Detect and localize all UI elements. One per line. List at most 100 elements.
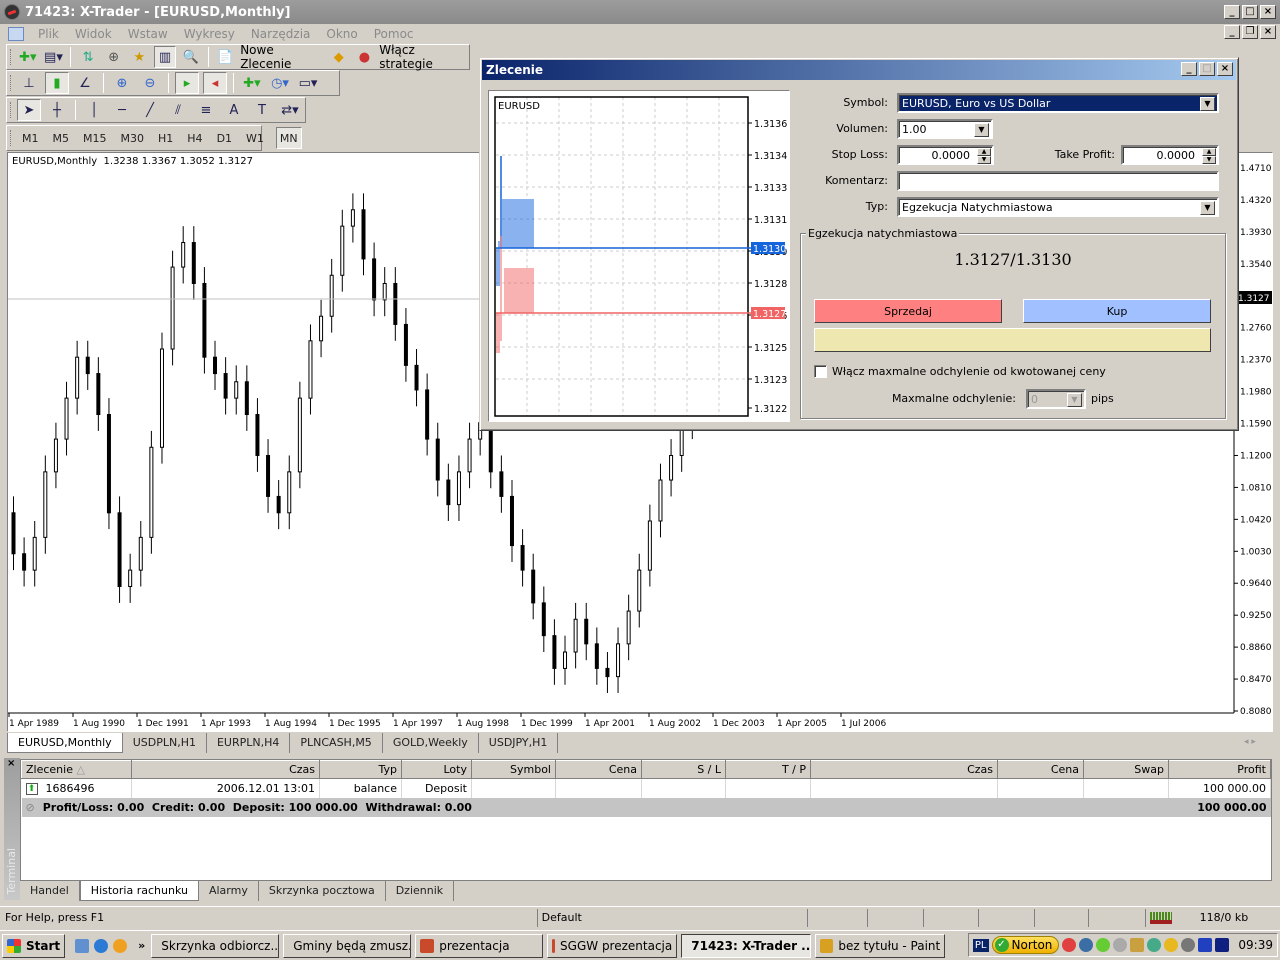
horizontal-line-icon[interactable]: ─ (110, 99, 134, 121)
zoom-in-icon[interactable]: ⊕ (110, 72, 134, 94)
tray-messenger-icon[interactable] (1096, 938, 1111, 952)
fibonacci-icon[interactable]: ≡ (194, 99, 218, 121)
sell-button[interactable]: Sprzedaj (814, 299, 1002, 323)
timeframe-m5[interactable]: M5 (51, 130, 72, 147)
tray-blocked-icon[interactable] (1181, 938, 1196, 952)
new-order-icon[interactable]: 📄 (215, 46, 237, 68)
col-czas[interactable]: Czas (131, 760, 320, 779)
menu-plik[interactable]: Plik (30, 27, 67, 41)
tray-wireless-icon[interactable] (1215, 938, 1230, 952)
profiles-icon[interactable]: ▤▾ (43, 46, 65, 68)
quicklaunch-media-icon[interactable] (113, 938, 128, 953)
terminal-close-button[interactable]: × (7, 758, 15, 769)
chart-tab-eurpln-h4[interactable]: EURPLN,H4 (207, 733, 291, 753)
tab-alarmy[interactable]: Alarmy (199, 881, 259, 901)
equidistant-channel-icon[interactable]: ⫽ (166, 99, 190, 121)
quicklaunch-ie-icon[interactable] (94, 938, 109, 953)
menu-okno[interactable]: Okno (318, 27, 365, 41)
taskbar-item-xtrader[interactable]: 71423: X-Trader ... (681, 933, 812, 958)
text-label-icon[interactable]: T (250, 99, 274, 121)
terminal-icon[interactable]: ▥ (154, 46, 176, 68)
market-watch-icon[interactable]: ⇅ (77, 46, 99, 68)
col-cena[interactable]: Cena (555, 760, 642, 779)
taskbar-item-outlook[interactable]: Skrzynka odbiorcz... (151, 933, 280, 958)
chart-tab-plncash-m5[interactable]: PLNCASH,M5 (290, 733, 383, 753)
templates-icon[interactable]: ▭▾ (296, 72, 320, 94)
timeframe-w1[interactable]: W1 (244, 130, 266, 147)
tab-dziennik[interactable]: Dziennik (386, 881, 455, 901)
minimize-button[interactable]: _ (1224, 5, 1240, 19)
dialog-close-button[interactable]: × (1217, 62, 1233, 76)
trendline-icon[interactable]: ╱ (138, 99, 162, 121)
mdi-restore-button[interactable]: ❐ (1242, 25, 1258, 39)
cursor-icon[interactable]: ➤ (17, 99, 41, 121)
tray-users-icon[interactable] (1147, 938, 1162, 952)
menu-wykresy[interactable]: Wykresy (176, 27, 243, 41)
col-tp[interactable]: T / P (725, 760, 811, 779)
tab-scroll-arrows[interactable]: ◂ ▸ (1244, 737, 1256, 747)
col-swap[interactable]: Swap (1083, 760, 1169, 779)
vertical-line-icon[interactable]: │ (82, 99, 106, 121)
taskbar-item-paint[interactable]: bez tytułu - Paint (815, 933, 946, 958)
col-zlecenie[interactable]: Zlecenie △ (21, 760, 132, 779)
comment-input[interactable] (897, 171, 1219, 191)
timeframe-mn[interactable]: MN (275, 127, 302, 149)
tray-sun-icon[interactable] (1062, 938, 1077, 952)
col-loty[interactable]: Loty (401, 760, 472, 779)
stoploss-input[interactable]: 0.0000 ▲ ▼ (897, 145, 994, 165)
dialog-minimize-button[interactable]: _ (1181, 62, 1197, 76)
col-profit[interactable]: Profit (1168, 760, 1271, 779)
tab-handel[interactable]: Handel (20, 881, 80, 901)
tray-network-icon[interactable] (1079, 938, 1094, 952)
strategies-icon[interactable]: ● (354, 46, 376, 68)
navigator-icon[interactable]: ★ (129, 46, 151, 68)
norton-badge[interactable]: ✓ Norton (991, 936, 1060, 954)
tray-security-icon[interactable] (1130, 938, 1145, 952)
zoom-out-icon[interactable]: ⊖ (138, 72, 162, 94)
timeframe-m30[interactable]: M30 (119, 130, 147, 147)
enable-strategies-button[interactable]: Włącz strategie (379, 43, 463, 71)
col-czas-close[interactable]: Czas (810, 760, 998, 779)
chevron-down-icon[interactable]: ▼ (974, 123, 989, 137)
tray-support-icon[interactable] (1164, 938, 1179, 952)
execution-type-select[interactable]: Egzekucja Natychmiastowa ▼ (897, 197, 1219, 217)
periods-icon[interactable]: ◷▾ (268, 72, 292, 94)
tray-sync-icon[interactable] (1113, 938, 1128, 952)
taskbar-item-sggw[interactable]: SGGW prezentacja (547, 933, 678, 958)
autoscroll-icon[interactable]: ▸ (175, 72, 199, 94)
col-typ[interactable]: Typ (319, 760, 402, 779)
menu-narzedzia[interactable]: Narzędzia (243, 27, 319, 41)
stoploss-spinner[interactable]: ▲ ▼ (977, 148, 991, 164)
tray-book-icon[interactable] (1198, 938, 1213, 952)
mdi-close-button[interactable]: × (1260, 25, 1276, 39)
tab-historia-rachunku[interactable]: Historia rachunku (79, 881, 199, 901)
menu-wstaw[interactable]: Wstaw (120, 27, 176, 41)
new-order-button[interactable]: Nowe Zlecenie (240, 43, 320, 71)
chevron-down-icon[interactable]: ▼ (1200, 201, 1215, 215)
start-button[interactable]: Start (2, 933, 66, 958)
takeprofit-input[interactable]: 0.0000 ▲ ▼ (1121, 145, 1219, 165)
table-row[interactable]: ⬆ 1686496 2006.12.01 13:01 balance Deposi… (21, 778, 1271, 798)
chart-tab-eurusd-monthly[interactable]: EURUSD,Monthly (7, 733, 123, 753)
timeframe-h4[interactable]: H4 (185, 130, 204, 147)
chart-tab-gold-weekly[interactable]: GOLD,Weekly (383, 733, 479, 753)
timeframe-m15[interactable]: M15 (81, 130, 109, 147)
menu-widok[interactable]: Widok (67, 27, 120, 41)
menu-pomoc[interactable]: Pomoc (366, 27, 422, 41)
maximize-button[interactable]: □ (1242, 5, 1258, 19)
arrows-icon[interactable]: ⇄▾ (278, 99, 302, 121)
quicklaunch-outlook-icon[interactable] (75, 938, 90, 953)
text-icon[interactable]: A (222, 99, 246, 121)
timeframe-m1[interactable]: M1 (20, 130, 41, 147)
taskbar-item-prezentacja[interactable]: prezentacja (415, 933, 544, 958)
metaeditor-icon[interactable]: ◆ (328, 46, 350, 68)
timeframe-d1[interactable]: D1 (215, 130, 234, 147)
col-cena-close[interactable]: Cena (997, 760, 1084, 779)
new-chart-icon[interactable]: ✚▾ (17, 46, 39, 68)
indicators-icon[interactable]: ✚▾ (240, 72, 264, 94)
bar-chart-icon[interactable]: ⊥ (17, 72, 41, 94)
timeframe-h1[interactable]: H1 (156, 130, 175, 147)
quicklaunch-more-icon[interactable]: » (138, 939, 145, 952)
close-button[interactable]: × (1260, 5, 1276, 19)
takeprofit-spinner[interactable]: ▲ ▼ (1202, 148, 1216, 164)
